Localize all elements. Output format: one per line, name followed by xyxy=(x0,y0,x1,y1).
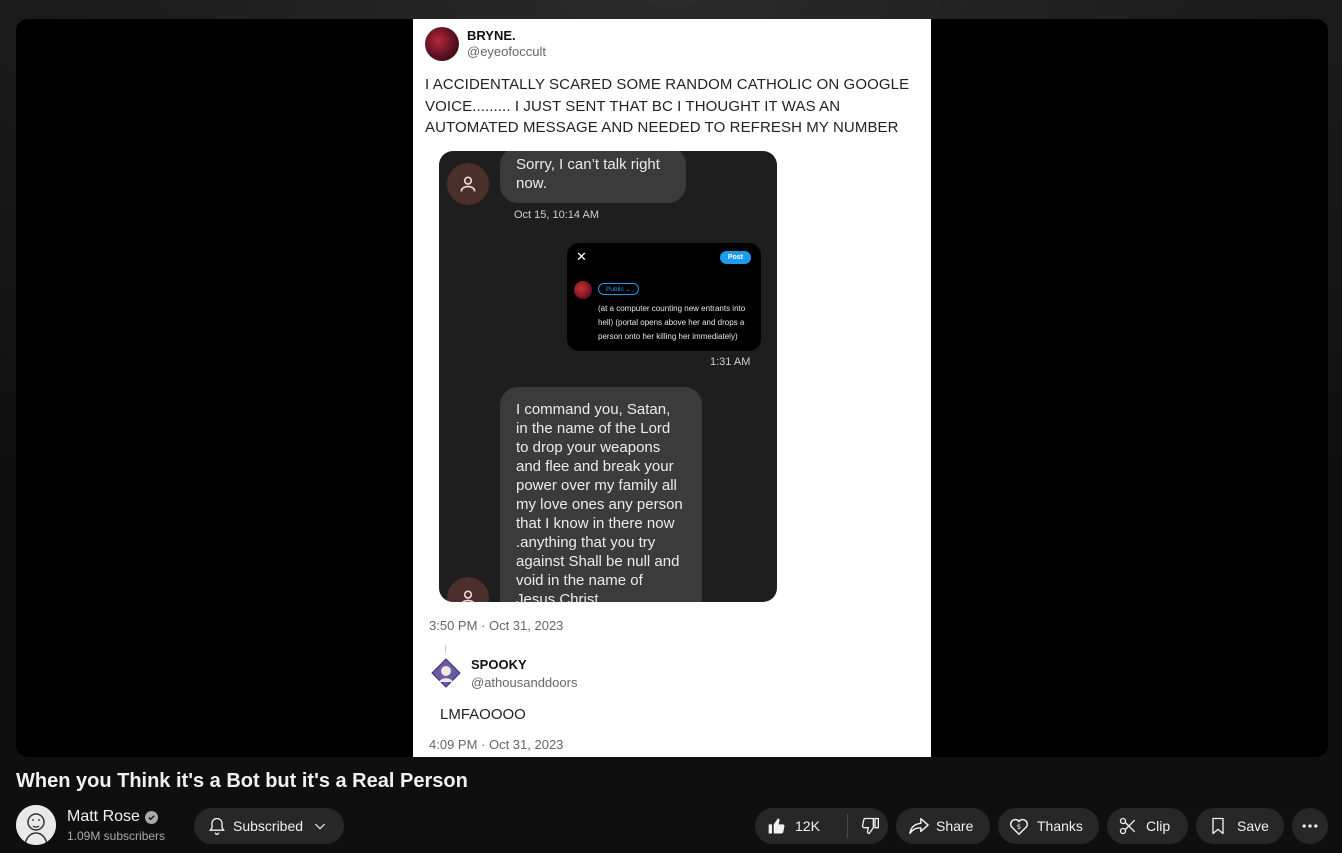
message-bubble: I command you, Satan, in the name of the… xyxy=(500,387,702,602)
tweet-header: BRYNE. @eyeofoccult xyxy=(425,26,546,62)
bookmark-icon xyxy=(1208,816,1228,836)
message-timestamp: Oct 15, 10:14 AM xyxy=(514,209,599,221)
subscriber-count: 1.09M subscribers xyxy=(67,829,166,843)
thread-line xyxy=(445,645,446,653)
bell-icon xyxy=(207,816,227,836)
tweet-timestamp: 3:50 PM · Oct 31, 2023 xyxy=(429,618,564,633)
thanks-button[interactable]: $ Thanks xyxy=(998,808,1099,844)
chevron-down-icon xyxy=(312,818,328,834)
message-screenshot: Sorry, I can’t talk right now. Oct 15, 1… xyxy=(439,151,777,602)
clip-button[interactable]: Clip xyxy=(1107,808,1188,844)
more-icon xyxy=(1300,816,1320,836)
clip-label: Clip xyxy=(1146,818,1171,834)
tweet-author-avatar xyxy=(425,27,459,61)
channel-avatar[interactable] xyxy=(16,805,56,845)
more-actions-button[interactable] xyxy=(1292,808,1328,844)
close-icon: ✕ xyxy=(576,249,587,264)
subscribed-label: Subscribed xyxy=(233,818,304,834)
reply-author-avatar xyxy=(431,658,461,688)
message-timestamp: 1:31 AM xyxy=(710,356,751,368)
subscribed-button[interactable]: Subscribed xyxy=(194,808,344,844)
thumbs-up-icon xyxy=(767,816,787,836)
like-dislike-group: 12K xyxy=(755,808,888,844)
scissors-icon xyxy=(1118,816,1138,836)
tweet-author-name: BRYNE. xyxy=(467,28,516,43)
thanks-label: Thanks xyxy=(1037,818,1083,834)
share-icon xyxy=(908,816,930,836)
dislike-button[interactable] xyxy=(848,816,880,836)
svg-text:$: $ xyxy=(1017,822,1022,831)
reply-author-name: SPOOKY xyxy=(471,657,527,672)
video-player[interactable]: BRYNE. @eyeofoccult I ACCIDENTALLY SCARE… xyxy=(16,19,1328,757)
channel-name[interactable]: Matt Rose xyxy=(67,808,140,826)
embedded-post-image: ✕ Post Public ⌄ (at a computer counting … xyxy=(567,243,761,351)
verified-icon xyxy=(144,810,158,824)
channel-name-row[interactable]: Matt Rose xyxy=(67,808,158,826)
video-title: When you Think it's a Bot but it's a Rea… xyxy=(16,770,468,792)
post-audience: Public ⌄ xyxy=(598,283,639,295)
like-count: 12K xyxy=(795,818,820,834)
reply-timestamp: 4:09 PM · Oct 31, 2023 xyxy=(429,737,564,752)
thumbs-down-icon xyxy=(860,816,880,836)
post-button: Post xyxy=(719,251,751,264)
reply-text: LMFAOOOO xyxy=(440,706,526,723)
person-icon xyxy=(447,163,489,205)
post-avatar xyxy=(574,281,592,299)
tweet-author-handle: @eyeofoccult xyxy=(467,44,546,59)
save-button[interactable]: Save xyxy=(1196,808,1284,844)
message-bubble: Sorry, I can’t talk right now. xyxy=(500,151,686,203)
video-frame-tweet: BRYNE. @eyeofoccult I ACCIDENTALLY SCARE… xyxy=(413,19,931,757)
tweet-text: I ACCIDENTALLY SCARED SOME RANDOM CATHOL… xyxy=(425,76,910,136)
thanks-icon: $ xyxy=(1008,815,1030,837)
share-button[interactable]: Share xyxy=(896,808,990,844)
person-icon xyxy=(447,577,489,602)
post-text: (at a computer counting new entrants int… xyxy=(598,304,746,341)
save-label: Save xyxy=(1237,818,1269,834)
like-button[interactable]: 12K xyxy=(755,816,847,836)
reply-author-handle: @athousanddoors xyxy=(471,675,578,690)
share-label: Share xyxy=(936,818,974,834)
